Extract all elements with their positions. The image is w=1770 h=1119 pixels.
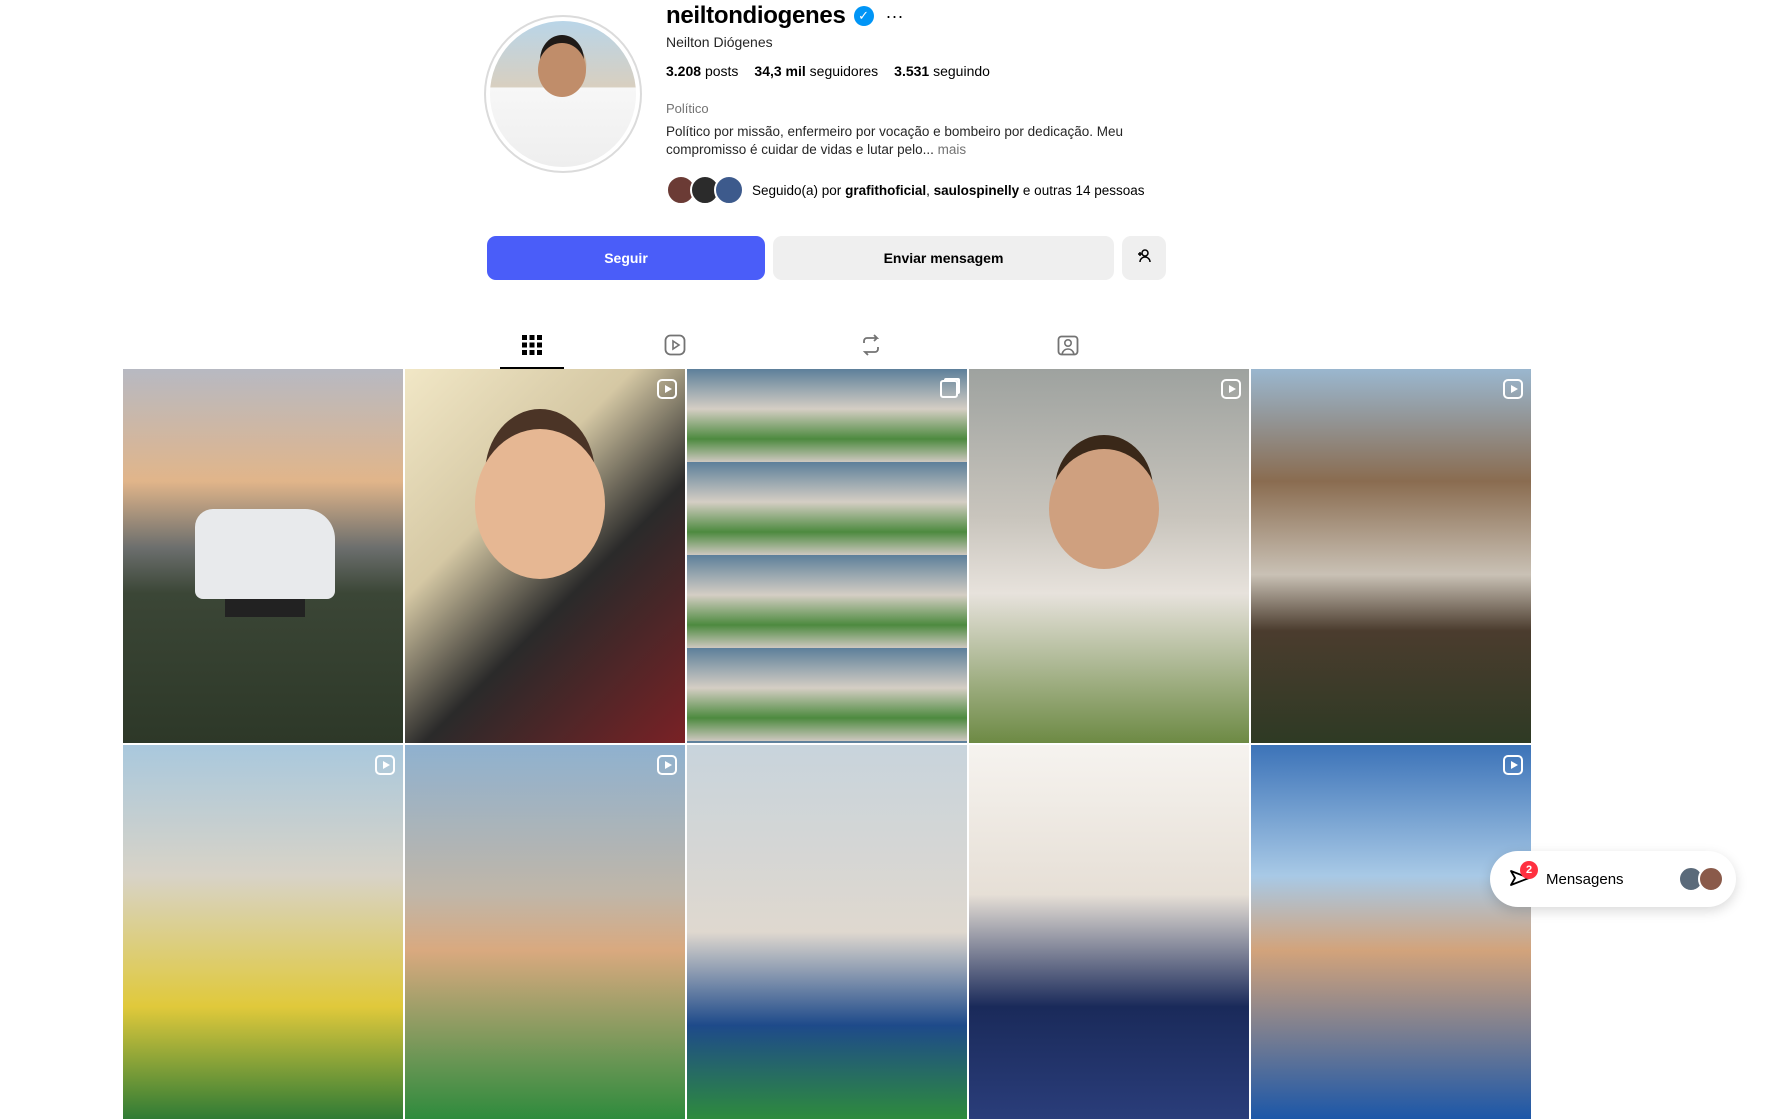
post-tile[interactable] — [405, 745, 685, 1119]
reel-icon — [375, 755, 395, 775]
messenger-icon: 2 — [1508, 861, 1538, 891]
messages-pill[interactable]: 2 Mensagens — [1490, 851, 1736, 907]
stat-posts: 3.208 posts — [666, 63, 739, 79]
reel-icon — [657, 755, 677, 775]
reel-icon — [1503, 379, 1523, 399]
full-name: Neilton Diógenes — [666, 34, 773, 50]
reposts-icon — [860, 333, 882, 361]
followed-by-text: Seguido(a) por grafithoficial, saulospin… — [752, 182, 1145, 198]
person-add-icon — [1136, 248, 1152, 268]
username: neiltondiogenes — [666, 2, 846, 29]
post-tile[interactable] — [123, 369, 403, 743]
profile-avatar[interactable] — [484, 15, 642, 173]
conversation-avatar — [1698, 866, 1724, 892]
profile-stats: 3.208 posts 34,3 mil seguidores 3.531 se… — [666, 63, 990, 79]
mutual-avatars — [666, 175, 744, 205]
stat-followers[interactable]: 34,3 mil seguidores — [754, 63, 878, 79]
post-tile[interactable] — [405, 369, 685, 743]
bio-more-link[interactable]: mais — [938, 142, 967, 157]
post-tile[interactable] — [1251, 369, 1531, 743]
tagged-icon — [1057, 334, 1079, 361]
post-tile[interactable] — [969, 369, 1249, 743]
reel-icon — [1221, 379, 1241, 399]
avatar-image — [490, 21, 636, 167]
stat-following[interactable]: 3.531 seguindo — [894, 63, 990, 79]
carousel-icon — [940, 380, 958, 398]
grid-icon — [521, 334, 543, 361]
tab-reposts[interactable] — [773, 325, 969, 369]
suggested-users-button[interactable] — [1122, 236, 1166, 280]
more-options-icon[interactable]: ··· — [886, 6, 904, 27]
tab-tagged[interactable] — [970, 325, 1166, 369]
tab-posts[interactable] — [487, 325, 577, 369]
reel-icon — [657, 379, 677, 399]
unread-badge: 2 — [1520, 861, 1538, 879]
username-row: neiltondiogenes ✓ ··· — [666, 2, 904, 30]
reels-icon — [664, 334, 686, 361]
mutual-avatar — [714, 175, 744, 205]
reel-icon — [1503, 755, 1523, 775]
profile-bio: Político por missão, enfermeiro por voca… — [666, 123, 1146, 159]
post-tile[interactable] — [123, 745, 403, 1119]
post-tile[interactable] — [969, 745, 1249, 1119]
messages-label: Mensagens — [1546, 870, 1624, 888]
followed-by[interactable]: Seguido(a) por grafithoficial, saulospin… — [666, 175, 1145, 205]
follow-button[interactable]: Seguir — [487, 236, 765, 280]
post-tile[interactable] — [687, 745, 967, 1119]
profile-category: Político — [666, 101, 709, 116]
bio-text: Político por missão, enfermeiro por voca… — [666, 124, 1123, 157]
send-message-button[interactable]: Enviar mensagem — [773, 236, 1114, 280]
messages-avatars — [1678, 866, 1724, 892]
post-tile[interactable] — [687, 369, 967, 743]
posts-grid — [123, 369, 1531, 1119]
post-tile[interactable] — [1251, 745, 1531, 1119]
tab-reels[interactable] — [577, 325, 773, 369]
verified-badge-icon: ✓ — [853, 6, 874, 26]
profile-tabs — [487, 325, 1166, 369]
